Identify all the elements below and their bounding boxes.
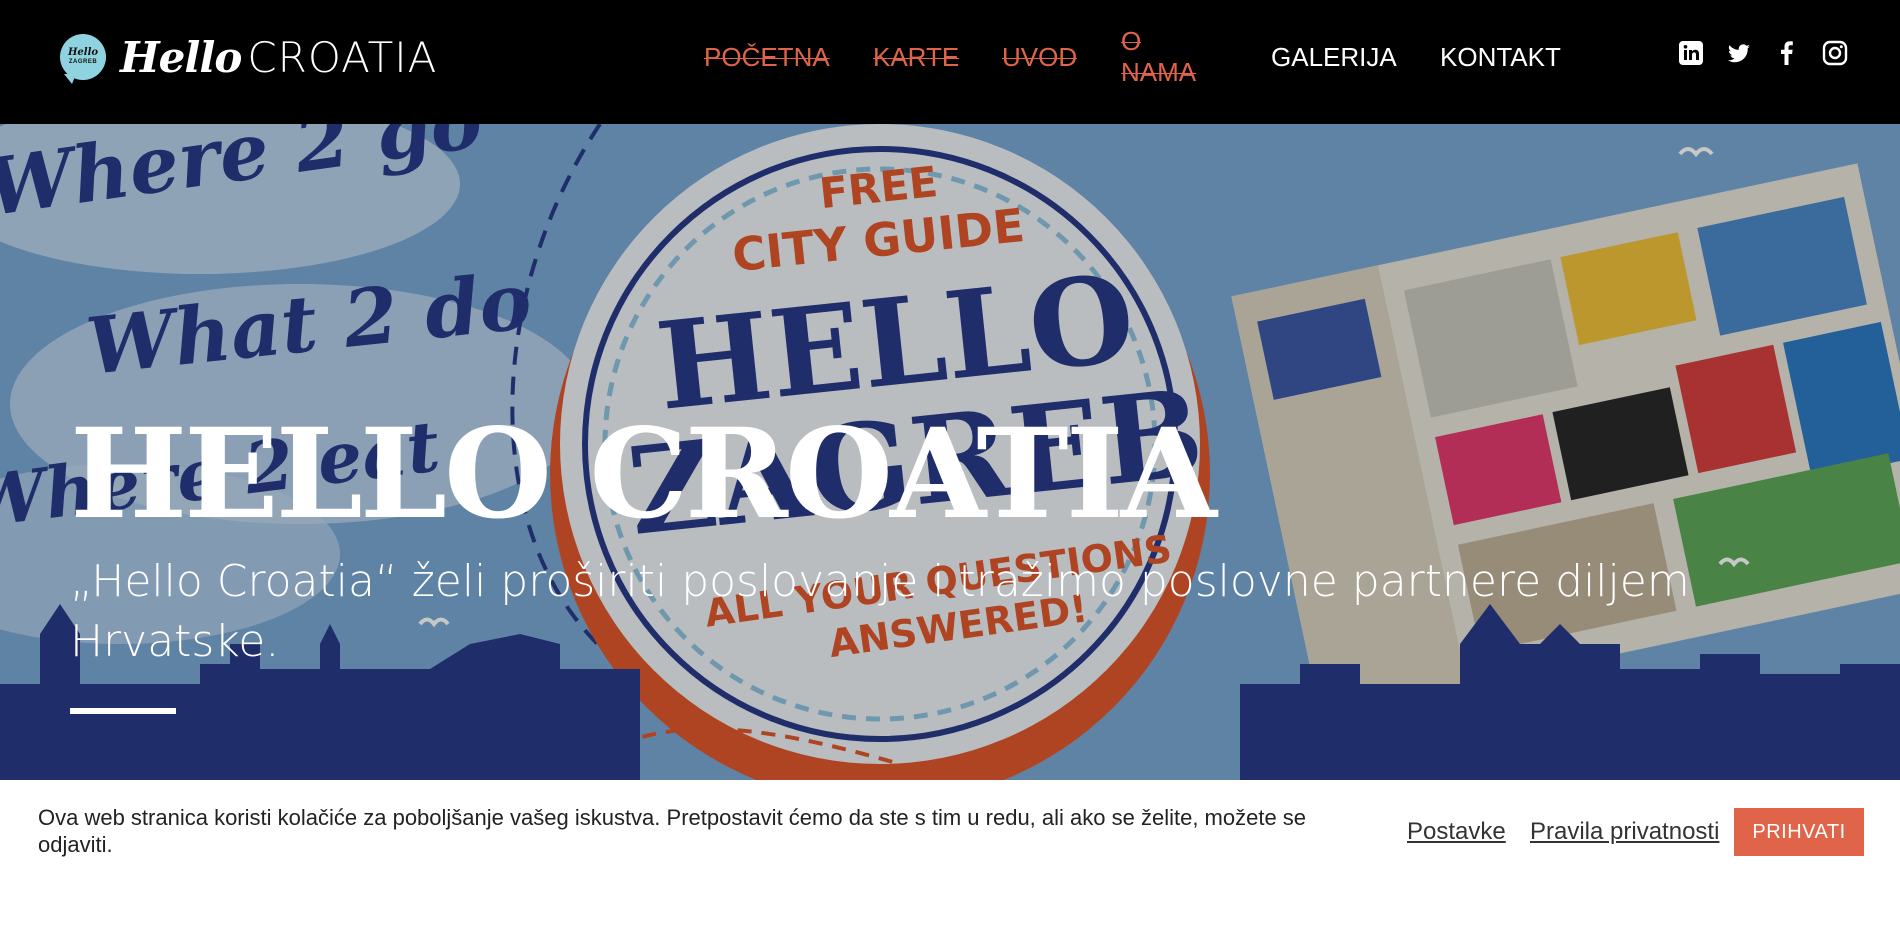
social-links	[1678, 40, 1848, 66]
accept-cookies-button[interactable]: PRIHVATI	[1734, 808, 1864, 856]
nav-item-o-nama[interactable]: O NAMA	[1121, 26, 1196, 88]
nav-item-uvod[interactable]: UVOD	[1002, 42, 1077, 73]
hero-subtitle: „Hello Croatia“ želi proširiti poslovanj…	[70, 556, 1690, 667]
cookie-consent-bar: Ova web stranica koristi kolačiće za pob…	[0, 780, 1900, 930]
site-header: Hello ZAGREB Hello CROATIA POČETNA KARTE…	[0, 0, 1900, 124]
hero-banner: Where 2 go What 2 do Where 2 eat FREE CI…	[0, 124, 1900, 780]
logo-word-croatia: CROATIA	[247, 32, 438, 82]
nav-item-galerija[interactable]: GALERIJA	[1271, 42, 1397, 73]
linkedin-icon[interactable]	[1678, 40, 1704, 66]
logo-badge-line2: ZAGREB	[68, 59, 98, 65]
privacy-policy-link[interactable]: Pravila privatnosti	[1530, 818, 1719, 846]
nav-item-kontakt[interactable]: KONTAKT	[1440, 42, 1561, 73]
nav-item-pocetna[interactable]: POČETNA	[704, 42, 830, 73]
cookie-settings-link[interactable]: Postavke	[1407, 818, 1506, 846]
logo-badge-line1: Hello	[67, 47, 99, 58]
logo[interactable]: Hello ZAGREB Hello CROATIA	[60, 32, 438, 84]
facebook-icon[interactable]	[1774, 40, 1800, 66]
nav-item-karte[interactable]: KARTE	[873, 42, 959, 73]
twitter-icon[interactable]	[1726, 40, 1752, 66]
logo-badge: Hello ZAGREB	[60, 34, 106, 84]
hero-title: HELLO CROATIA	[70, 402, 1217, 547]
instagram-icon[interactable]	[1822, 40, 1848, 66]
cookie-message: Ova web stranica koristi kolačiće za pob…	[38, 805, 1307, 857]
logo-word-hello: Hello	[120, 32, 242, 82]
hero-divider	[70, 708, 176, 714]
